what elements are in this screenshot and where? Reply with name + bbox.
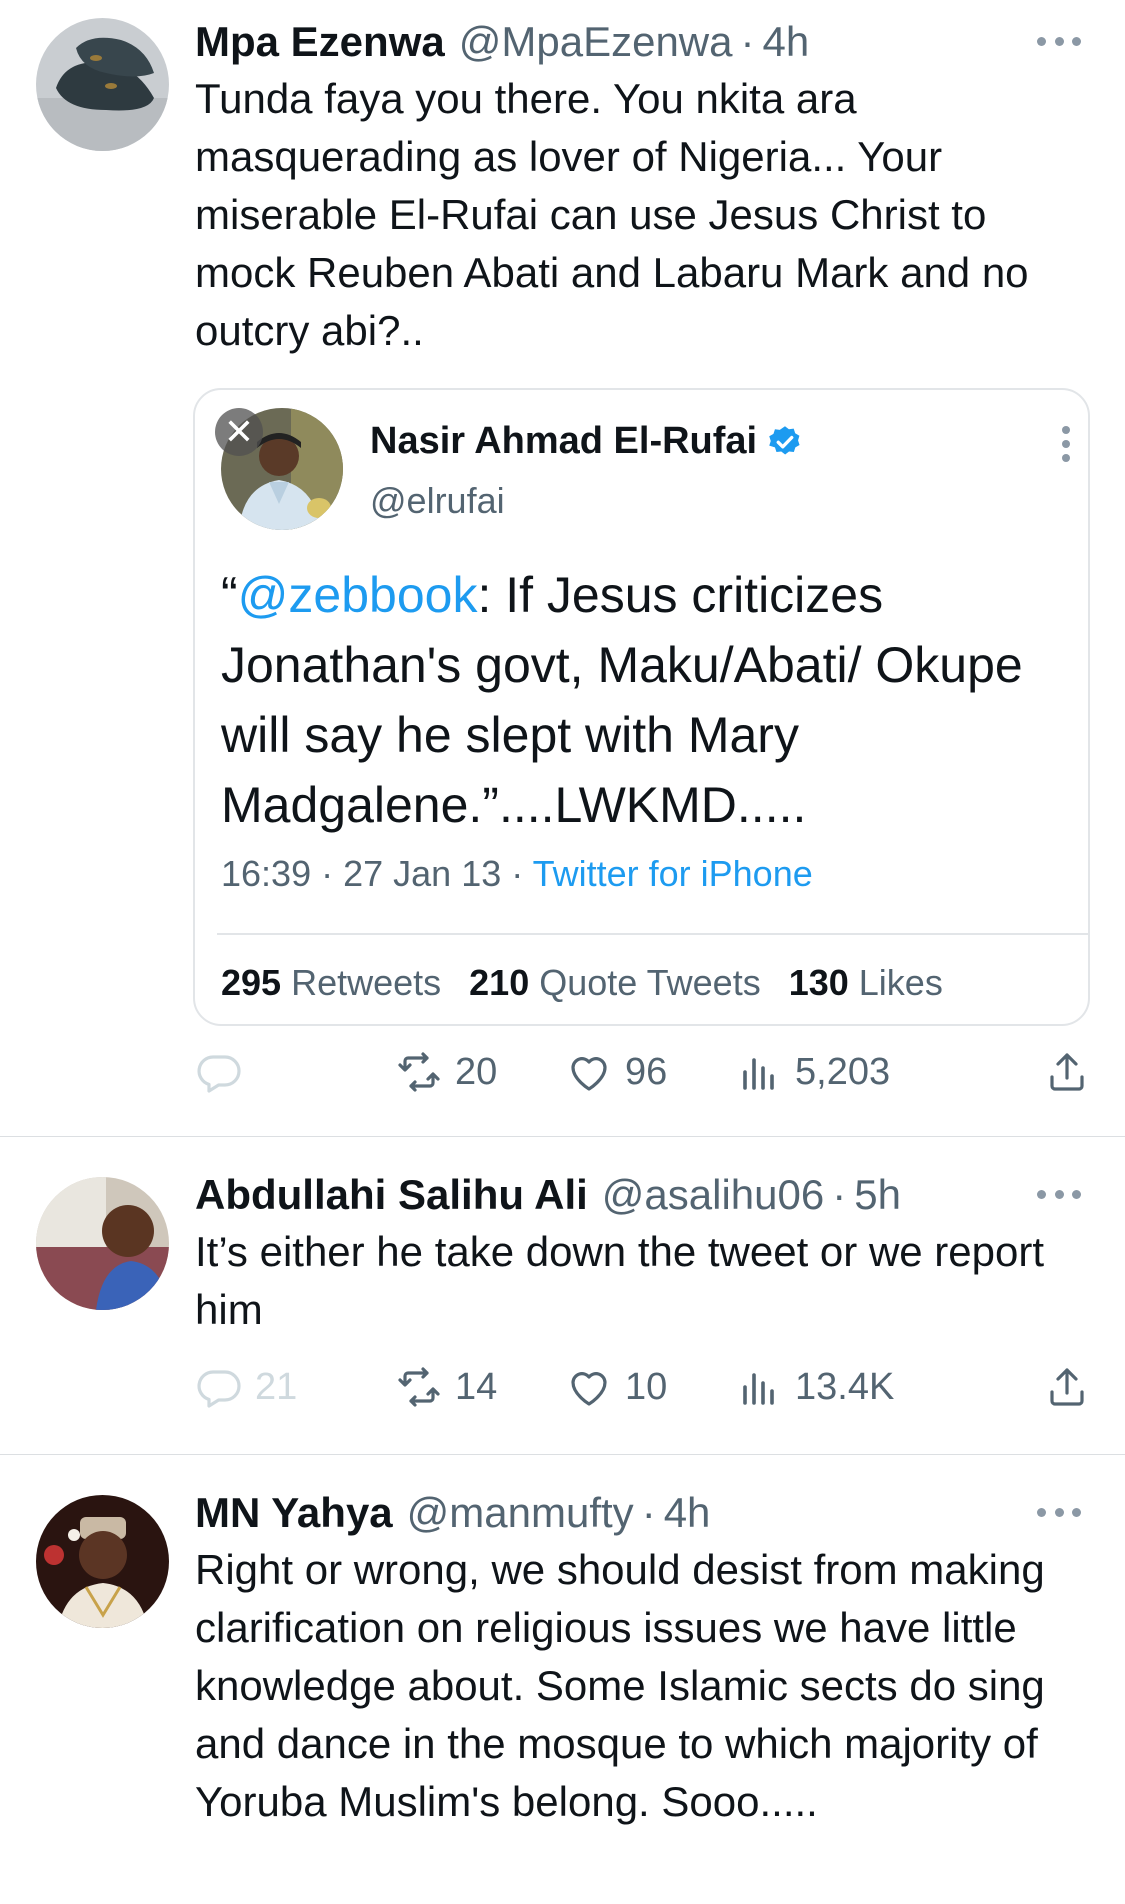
views-icon (743, 1373, 774, 1405)
close-icon[interactable]: ✕ (215, 408, 263, 456)
retweet-button[interactable]: 14 (395, 1359, 497, 1415)
author-handle[interactable]: @MpaEzenwa (459, 18, 733, 66)
like-count: 10 (625, 1365, 668, 1408)
quoted-tweet-stats: 295 Retweets 210 Quote Tweets 130 Likes (221, 962, 971, 1004)
separator-dot: · (321, 853, 344, 894)
tweet-text: It’s either he take down the tweet or we… (195, 1228, 1045, 1333)
tweet[interactable]: Mpa Ezenwa @MpaEzenwa · 4h Tunda faya yo… (0, 0, 1125, 1137)
open-quote: “ (221, 567, 238, 623)
tweet-header: MN Yahya @manmufty · 4h (195, 1487, 1085, 1539)
quoted-author-handle: @elrufai (370, 480, 505, 521)
divider (217, 933, 1088, 935)
quoted-date: 27 Jan 13 (343, 853, 502, 894)
retweets-count: 295 (221, 962, 282, 1003)
author-handle[interactable]: @asalihu06 (602, 1171, 824, 1219)
timestamp[interactable]: 4h (763, 18, 810, 66)
more-icon[interactable] (1037, 1187, 1081, 1201)
like-button[interactable]: 96 (565, 1044, 667, 1100)
tweet-text: Tunda faya you there. You nkita ara masq… (195, 75, 1029, 354)
retweet-icon (398, 1052, 440, 1092)
tweet[interactable]: Abdullahi Salihu Ali @asalihu06 · 5h It’… (0, 1137, 1125, 1455)
separator-dot: · (832, 1171, 847, 1218)
author-name[interactable]: Abdullahi Salihu Ali (195, 1171, 588, 1219)
quoted-tweet-text: “@zebbook: If Jesus criticizes Jonathan'… (221, 560, 1071, 840)
avatar[interactable] (36, 18, 169, 151)
views-icon (743, 1058, 774, 1090)
mention-link: @zebbook (237, 567, 478, 623)
likes-label: Likes (858, 962, 943, 1003)
retweet-button[interactable]: 20 (395, 1044, 497, 1100)
quoted-time: 16:39 (221, 853, 312, 894)
tweet-header: Abdullahi Salihu Ali @asalihu06 · 5h (195, 1169, 1085, 1221)
share-button[interactable] (1043, 1359, 1091, 1415)
separator-dot: · (511, 853, 533, 894)
tweet-actions: 20 96 5,203 (195, 1044, 1095, 1100)
reply-icon (197, 1370, 241, 1408)
quoted-author-name: Nasir Ahmad El-Rufai (370, 420, 758, 462)
quoted-source: Twitter for iPhone (532, 853, 813, 894)
share-icon (1050, 1368, 1084, 1406)
reply-count: 21 (255, 1365, 298, 1408)
retweet-count: 20 (455, 1050, 498, 1093)
reply-button[interactable]: 21 (195, 1359, 297, 1415)
quotes-stat: 210 Quote Tweets (469, 962, 761, 1004)
separator-dot: · (641, 1489, 656, 1536)
quotes-count: 210 (469, 962, 530, 1003)
reply-icon (197, 1055, 241, 1093)
quoted-tweet-image[interactable]: ✕ Nasir Ahmad El-Rufai @elrufai “@zebboo… (193, 388, 1090, 1026)
views-count: 5,203 (795, 1050, 891, 1093)
verified-badge-icon (769, 425, 800, 454)
avatar[interactable] (36, 1495, 169, 1628)
timestamp[interactable]: 5h (854, 1171, 901, 1219)
more-icon[interactable] (1037, 34, 1081, 48)
retweets-label: Retweets (291, 962, 442, 1003)
views-count: 13.4K (795, 1365, 895, 1408)
likes-count: 130 (788, 962, 849, 1003)
share-icon (1050, 1053, 1084, 1091)
tweet-text: Right or wrong, we should desist from ma… (195, 1546, 1045, 1825)
author-name[interactable]: Mpa Ezenwa (195, 18, 445, 66)
tweet-header: Mpa Ezenwa @MpaEzenwa · 4h (195, 16, 1085, 68)
reply-button[interactable] (195, 1044, 243, 1100)
tweet-actions: 21 14 10 13.4K (195, 1359, 1095, 1415)
share-button[interactable] (1043, 1044, 1091, 1100)
quoted-author-row: Nasir Ahmad El-Rufai (370, 420, 803, 463)
author-name[interactable]: MN Yahya (195, 1489, 393, 1537)
avatar[interactable] (36, 1177, 169, 1310)
like-count: 96 (625, 1050, 668, 1093)
quoted-tweet-meta: 16:39 · 27 Jan 13 · Twitter for iPhone (221, 853, 813, 895)
retweet-icon (398, 1367, 440, 1407)
views-button[interactable]: 5,203 (735, 1044, 890, 1100)
quotes-label: Quote Tweets (539, 962, 761, 1003)
timestamp[interactable]: 4h (664, 1489, 711, 1537)
retweets-stat: 295 Retweets (221, 962, 441, 1004)
retweet-count: 14 (455, 1365, 498, 1408)
more-icon (1062, 426, 1072, 462)
more-icon[interactable] (1037, 1505, 1081, 1519)
like-button[interactable]: 10 (565, 1359, 667, 1415)
author-handle[interactable]: @manmufty (407, 1489, 634, 1537)
like-icon (571, 1057, 607, 1091)
tweet[interactable]: MN Yahya @manmufty · 4h Right or wrong, … (0, 1455, 1125, 1904)
views-button[interactable]: 13.4K (735, 1359, 894, 1415)
likes-stat: 130 Likes (789, 962, 943, 1004)
like-icon (571, 1372, 607, 1406)
separator-dot: · (740, 18, 755, 65)
